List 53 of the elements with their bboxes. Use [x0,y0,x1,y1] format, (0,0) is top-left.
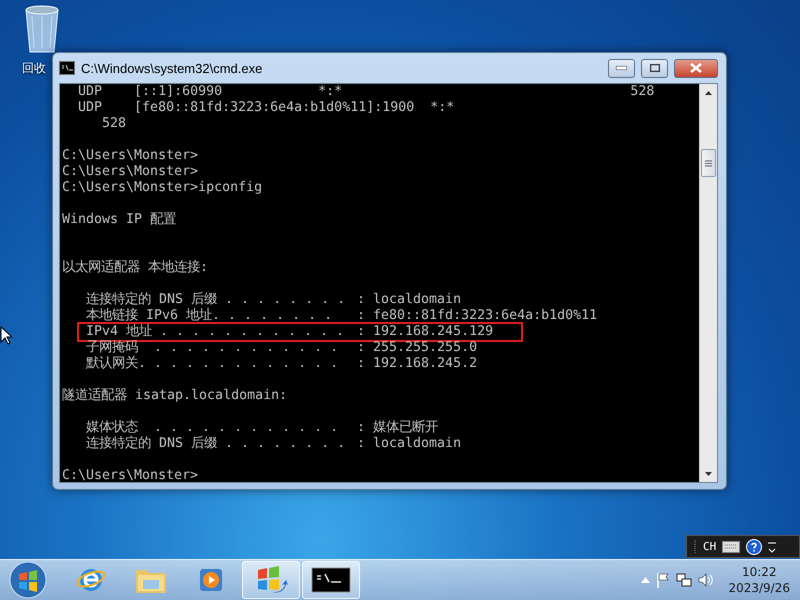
clock-time: 10:22 [742,564,777,580]
maximize-icon [650,64,660,72]
minimize-button[interactable] [608,58,635,78]
console-line: 528 [101,116,126,131]
console-window-icon [59,61,75,75]
window-title: C:\Windows\system32\cmd.exe [81,60,264,76]
clock[interactable]: 10:22 2023/9/26 [728,564,790,596]
console-line: 隧道适配器 isatap.localdomain: [62,388,288,403]
field-label: 连接特定的 DNS 后缀 . . . . . . . . [86,436,346,452]
start-button[interactable] [8,560,48,600]
console-line: C:\Users\Monster> [62,148,198,163]
field-value: : fe80::81fd:3223:6e4a:b1d0%11 [357,308,598,323]
network-icon[interactable] [676,572,692,588]
console-line: Windows IP 配置 [62,212,176,227]
field-label: IPv4 地址 . . . . . . . . . . . . [86,324,346,340]
flag-icon[interactable] [656,572,670,588]
scrollbar-thumb[interactable] [701,149,716,177]
minimize-icon [616,66,627,70]
close-icon [690,63,702,73]
console-line: C:\Users\Monster> [62,164,198,179]
field-label: 连接特定的 DNS 后缀 . . . . . . . . [86,292,346,308]
field-value: : 192.168.245.129 [357,324,494,339]
field-label: 媒体状态 . . . . . . . . . . . . [86,420,340,436]
grip-icon[interactable] [693,540,697,554]
console-line: UDP [fe80::81fd:3223:6e4a:b1d0%11]:1900 *:* [77,100,454,115]
field-label: 本地链接 IPv6 地址. . . . . . . . [86,308,334,324]
mouse-pointer-icon [0,326,12,346]
field-value: : localdomain [357,436,462,451]
field-label: 默认网关. . . . . . . . . . . . . [86,356,340,372]
field-value: : 192.168.245.2 [357,356,478,371]
taskbar-app-button[interactable] [302,561,360,599]
maximize-button[interactable] [641,58,668,78]
speaker-icon[interactable] [698,572,714,588]
field-value: : 媒体已断开 [357,420,438,435]
field-value: : 255.255.255.0 [357,340,478,355]
field-label: 子网掩码 . . . . . . . . . . . . [86,340,340,356]
console-line: UDP [::1]:60990 *:* 528 [77,84,654,99]
keyboard-icon[interactable] [722,540,740,552]
help-icon[interactable] [746,538,762,554]
clock-date: 2023/9/26 [728,580,790,596]
scrollbar[interactable] [699,84,717,482]
desktop-icon-label: 回收 [22,60,46,77]
minimize-icon[interactable] [768,540,776,554]
console-line: C:\Users\Monster> [62,468,198,483]
scroll-down-icon[interactable] [705,472,712,476]
scroll-up-icon[interactable] [705,90,712,94]
console-icon [311,567,351,593]
close-button[interactable] [674,58,718,78]
language-indicator[interactable]: CH [703,540,716,553]
play-icon [197,566,225,594]
console-line: C:\Users\Monster>ipconfig [62,180,262,195]
field-value: : localdomain [357,292,462,307]
console-line: 以太网适配器 本地连接: [62,260,208,275]
